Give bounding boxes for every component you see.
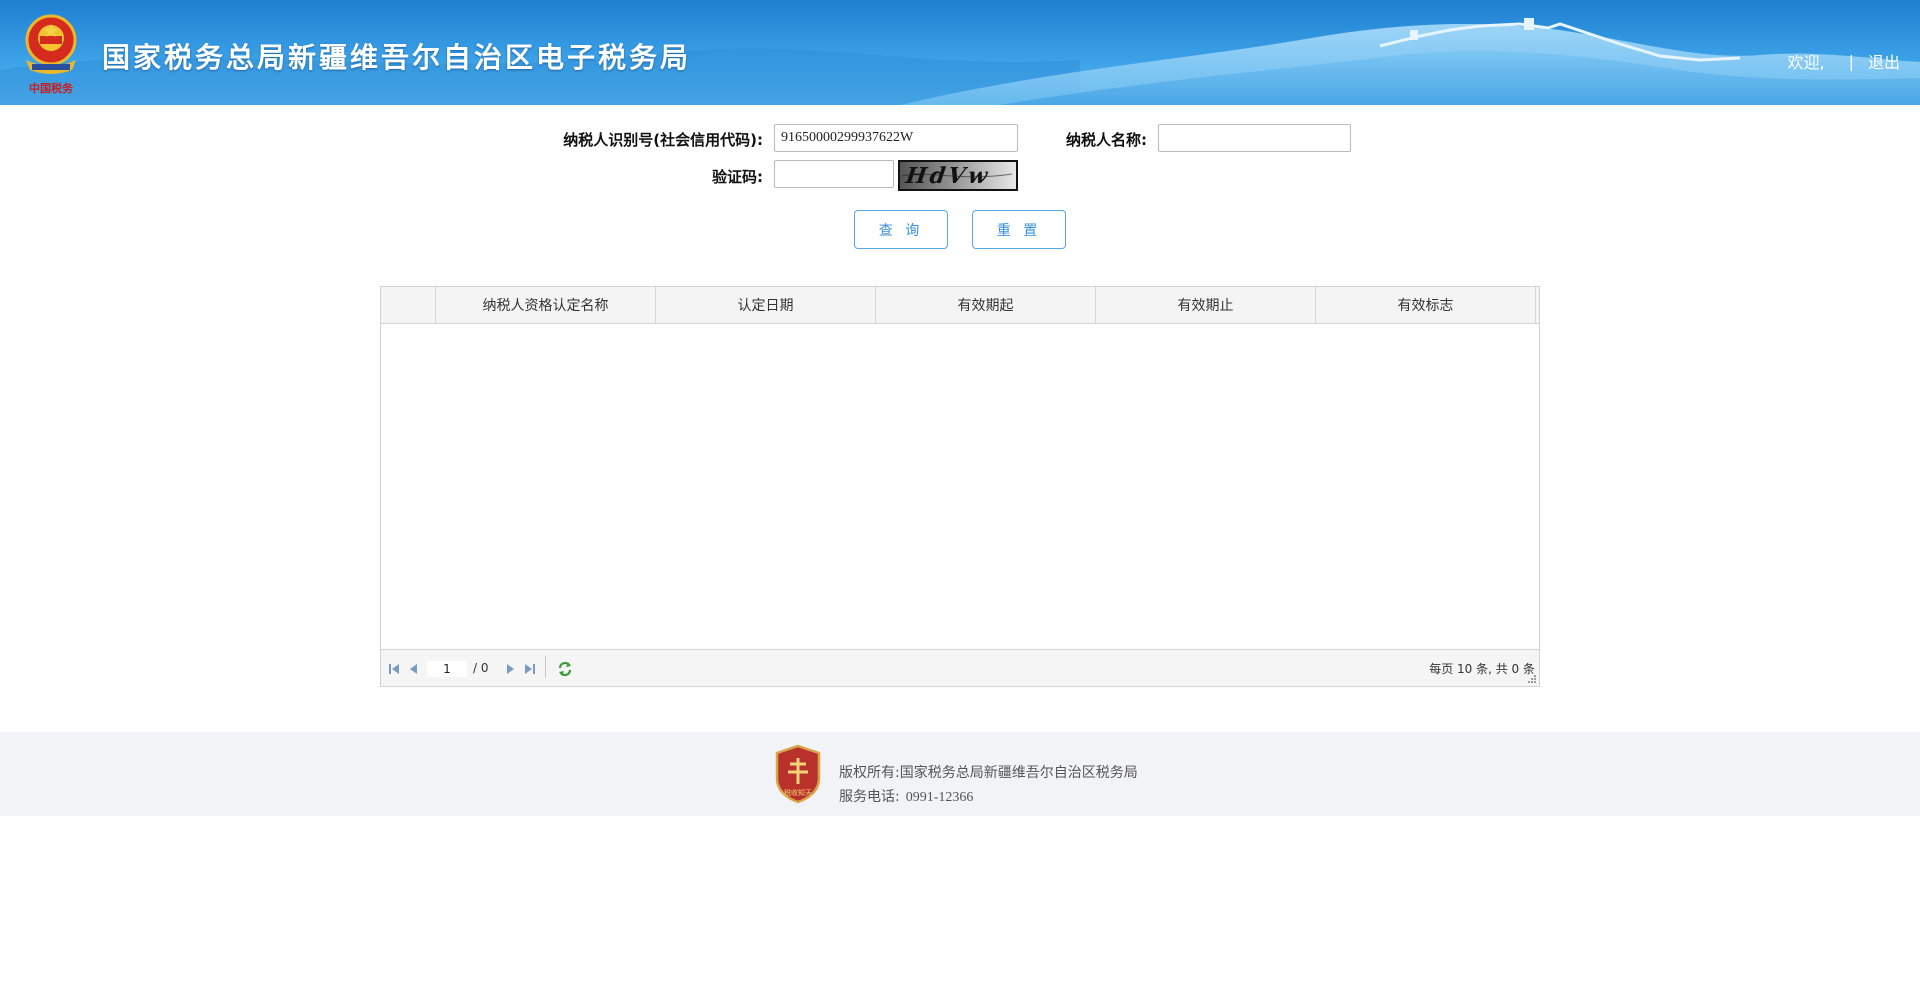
column-header-valid-to[interactable]: 有效期止 xyxy=(1096,287,1316,323)
taxpayer-id-input[interactable] xyxy=(774,124,1018,152)
logout-link[interactable]: 退出 xyxy=(1868,49,1900,73)
tax-badge-icon: 税收知天 xyxy=(775,744,821,804)
taxpayer-id-label: 纳税人识别号(社会信用代码): xyxy=(563,131,763,149)
page-total: / 0 xyxy=(473,661,489,675)
site-footer: 税收知天 版权所有:国家税务总局新疆维吾尔自治区税务局 服务电话: 0991-12… xyxy=(0,732,1920,816)
welcome-text: 欢迎, xyxy=(1787,53,1825,72)
resize-grip-icon[interactable] xyxy=(1527,674,1537,684)
user-area: 欢迎, | 退出 xyxy=(1788,49,1901,73)
captcha-label: 验证码: xyxy=(712,168,763,186)
copyright-label: 版权所有: xyxy=(839,765,900,781)
column-header-valid-flag[interactable]: 有效标志 xyxy=(1316,287,1536,323)
national-emblem-icon: 中国税务 xyxy=(25,14,77,95)
user-separator: | xyxy=(1848,51,1854,71)
column-header-index[interactable] xyxy=(381,287,436,323)
reset-button[interactable]: 重 置 xyxy=(972,210,1066,249)
badge-caption: 税收知天 xyxy=(784,788,812,797)
first-page-icon[interactable] xyxy=(387,663,401,675)
grid-pager: / 0 每页 10 条, 共 0 条 xyxy=(381,649,1539,686)
column-header-qualification-name[interactable]: 纳税人资格认定名称 xyxy=(436,287,656,323)
results-grid: 纳税人资格认定名称 认定日期 有效期起 有效期止 有效标志 / 0 每页 10 … xyxy=(380,286,1540,687)
refresh-icon[interactable] xyxy=(557,661,573,677)
footer-phone: 服务电话: 0991-12366 xyxy=(839,786,973,806)
prev-page-icon[interactable] xyxy=(407,663,421,675)
page-number-input[interactable] xyxy=(427,661,467,677)
column-header-valid-from[interactable]: 有效期起 xyxy=(876,287,1096,323)
grid-body-empty xyxy=(381,324,1539,650)
copyright-value: 国家税务总局新疆维吾尔自治区税务局 xyxy=(899,765,1138,781)
pager-separator xyxy=(545,656,546,678)
grid-header: 纳税人资格认定名称 认定日期 有效期起 有效期止 有效标志 xyxy=(381,287,1539,324)
phone-label: 服务电话: xyxy=(839,789,900,805)
site-title: 国家税务总局新疆维吾尔自治区电子税务局 xyxy=(102,41,692,74)
emblem-caption: 中国税务 xyxy=(29,81,74,95)
site-header: 中国税务 国家税务总局新疆维吾尔自治区电子税务局 欢迎, | 退出 xyxy=(0,0,1920,105)
taxpayer-name-label: 纳税人名称: xyxy=(1066,131,1147,149)
page-info: 每页 10 条, 共 0 条 xyxy=(1429,662,1535,676)
next-page-icon[interactable] xyxy=(503,663,517,675)
query-button[interactable]: 查 询 xyxy=(854,210,948,249)
phone-value: 0991-12366 xyxy=(905,790,974,805)
column-header-recognition-date[interactable]: 认定日期 xyxy=(656,287,876,323)
captcha-image[interactable]: HdVw xyxy=(898,160,1018,191)
captcha-input[interactable] xyxy=(774,160,894,188)
taxpayer-name-input[interactable] xyxy=(1158,124,1351,152)
last-page-icon[interactable] xyxy=(523,663,537,675)
footer-copyright: 版权所有:国家税务总局新疆维吾尔自治区税务局 xyxy=(839,762,1138,782)
